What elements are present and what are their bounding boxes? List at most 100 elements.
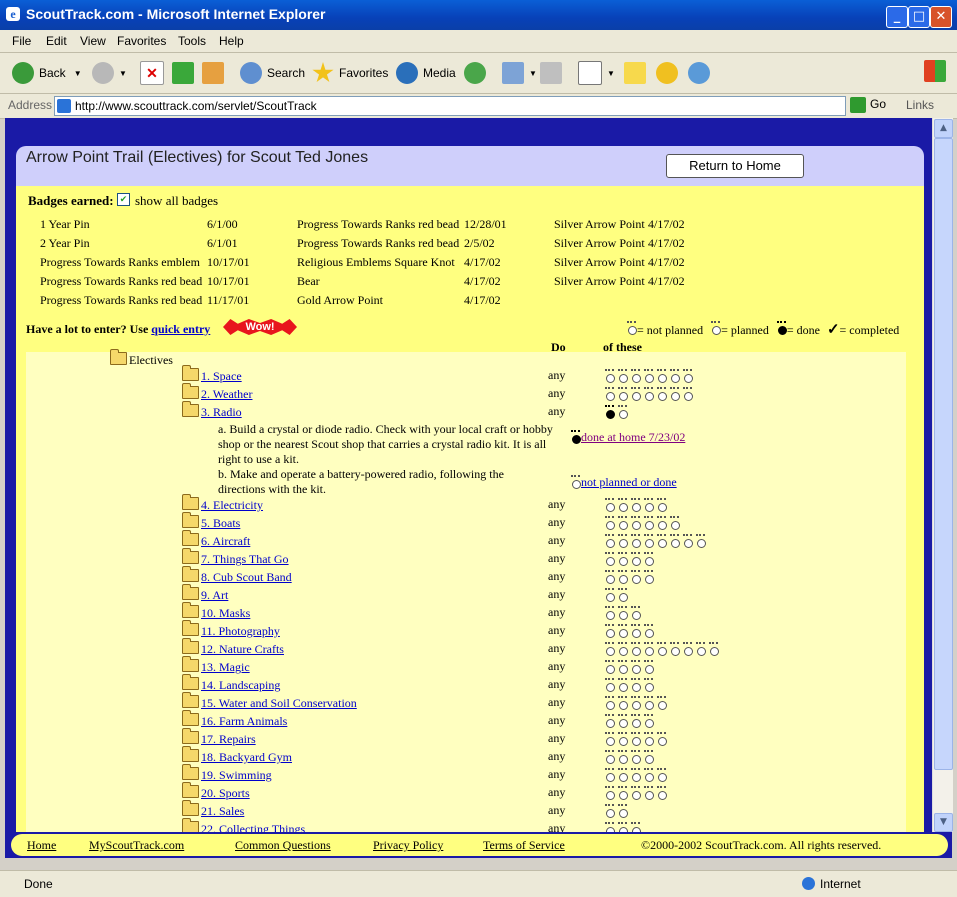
paw-not-planned-icon[interactable] — [617, 369, 628, 383]
stop-button[interactable]: ✕ — [140, 61, 169, 85]
back-button[interactable]: Back ▼ — [12, 61, 82, 85]
folder-icon[interactable] — [182, 566, 199, 582]
refresh-button[interactable] — [172, 61, 199, 85]
paw-not-planned-icon[interactable] — [617, 822, 628, 832]
paw-not-planned-icon[interactable] — [604, 570, 615, 584]
paw-not-planned-icon[interactable] — [617, 570, 628, 584]
folder-icon[interactable] — [182, 692, 199, 708]
elective-link[interactable]: 4. Electricity — [201, 498, 263, 512]
paw-not-planned-icon[interactable] — [604, 732, 615, 746]
folder-icon[interactable] — [182, 494, 199, 510]
paw-not-planned-icon[interactable] — [630, 387, 641, 401]
paw-not-planned-icon[interactable] — [617, 588, 628, 602]
paw-not-planned-icon[interactable] — [604, 786, 615, 800]
paw-not-planned-icon[interactable] — [617, 606, 628, 620]
footer-myscouttrack-link[interactable]: MyScoutTrack.com — [89, 838, 184, 852]
paw-done-icon[interactable] — [604, 405, 615, 419]
tree-root[interactable]: Electives — [110, 349, 173, 370]
footer-faq-link[interactable]: Common Questions — [235, 838, 331, 852]
paw-not-planned-icon[interactable] — [643, 387, 654, 401]
discuss-button[interactable] — [624, 61, 651, 85]
folder-icon[interactable] — [182, 674, 199, 690]
paw-not-planned-icon[interactable] — [669, 642, 680, 656]
close-button[interactable]: ✕ — [930, 6, 952, 28]
elective-link[interactable]: 7. Things That Go — [201, 552, 289, 566]
folder-icon[interactable] — [182, 638, 199, 654]
paw-not-planned-icon[interactable] — [656, 534, 667, 548]
paw-not-planned-icon[interactable] — [643, 552, 654, 566]
paw-not-planned-icon[interactable] — [630, 822, 641, 832]
menu-edit[interactable]: Edit — [46, 34, 67, 48]
elective-link[interactable]: 18. Backyard Gym — [201, 750, 292, 764]
quick-entry-link[interactable]: quick entry — [151, 322, 210, 336]
favorites-button[interactable]: Favorites — [312, 61, 388, 85]
paw-not-planned-icon[interactable] — [630, 696, 641, 710]
media-button[interactable]: Media — [396, 61, 456, 85]
elective-link[interactable]: 12. Nature Crafts — [201, 642, 284, 656]
paw-not-planned-icon[interactable] — [604, 642, 615, 656]
paw-not-planned-icon[interactable] — [630, 624, 641, 638]
paw-not-planned-icon[interactable] — [643, 570, 654, 584]
paw-not-planned-icon[interactable] — [617, 642, 628, 656]
folder-icon[interactable] — [182, 746, 199, 762]
paw-not-planned-icon[interactable] — [630, 768, 641, 782]
elective-link[interactable]: 20. Sports — [201, 786, 250, 800]
paw-not-planned-icon[interactable] — [604, 498, 615, 512]
paw-not-planned-icon[interactable] — [604, 606, 615, 620]
elective-link[interactable]: 22. Collecting Things — [201, 822, 305, 832]
elective-link[interactable]: 16. Farm Animals — [201, 714, 287, 728]
paw-not-planned-icon[interactable] — [604, 552, 615, 566]
paw-not-planned-icon[interactable] — [604, 804, 615, 818]
paw-not-planned-icon[interactable] — [643, 768, 654, 782]
paw-not-planned-icon[interactable] — [604, 714, 615, 728]
paw-not-planned-icon[interactable] — [656, 387, 667, 401]
menu-help[interactable]: Help — [219, 34, 244, 48]
paw-not-planned-icon[interactable] — [643, 732, 654, 746]
paw-not-planned-icon[interactable] — [617, 405, 628, 419]
paw-not-planned-icon[interactable] — [617, 786, 628, 800]
paw-not-planned-icon[interactable] — [617, 534, 628, 548]
paw-not-planned-icon[interactable] — [643, 369, 654, 383]
elective-link[interactable]: 13. Magic — [201, 660, 250, 674]
paw-not-planned-icon[interactable] — [604, 534, 615, 548]
paw-not-planned-icon[interactable] — [682, 387, 693, 401]
paw-not-planned-icon[interactable] — [643, 750, 654, 764]
elective-link[interactable]: 6. Aircraft — [201, 534, 250, 548]
paw-not-planned-icon[interactable] — [630, 534, 641, 548]
menu-view[interactable]: View — [80, 34, 106, 48]
elective-link[interactable]: 10. Masks — [201, 606, 250, 620]
paw-not-planned-icon[interactable] — [669, 534, 680, 548]
maximize-button[interactable]: □ — [908, 6, 930, 28]
paw-not-planned-icon[interactable] — [617, 768, 628, 782]
paw-not-planned-icon[interactable] — [630, 660, 641, 674]
vertical-scrollbar[interactable]: ▲ ▼ — [932, 118, 953, 832]
paw-not-planned-icon[interactable] — [604, 624, 615, 638]
footer-privacy-link[interactable]: Privacy Policy — [373, 838, 443, 852]
paw-not-planned-icon[interactable] — [656, 696, 667, 710]
paw-not-planned-icon[interactable] — [630, 732, 641, 746]
paw-not-planned-icon[interactable] — [643, 642, 654, 656]
scroll-up-arrow-icon[interactable]: ▲ — [934, 119, 953, 138]
paw-not-planned-icon[interactable] — [617, 516, 628, 530]
elective-link[interactable]: 5. Boats — [201, 516, 240, 530]
paw-not-planned-icon[interactable] — [695, 534, 706, 548]
folder-icon[interactable] — [182, 764, 199, 780]
paw-not-planned-icon[interactable] — [630, 369, 641, 383]
elective-link[interactable]: 14. Landscaping — [201, 678, 280, 692]
minimize-button[interactable]: _ — [886, 6, 908, 28]
folder-icon[interactable] — [182, 728, 199, 744]
scroll-thumb[interactable] — [934, 138, 953, 770]
paw-not-planned-icon[interactable] — [630, 642, 641, 656]
open-folder-icon[interactable] — [182, 401, 199, 417]
paw-not-planned-icon[interactable] — [643, 498, 654, 512]
folder-icon[interactable] — [182, 782, 199, 798]
elective-link[interactable]: 21. Sales — [201, 804, 244, 818]
paw-not-planned-icon[interactable] — [656, 786, 667, 800]
folder-icon[interactable] — [182, 620, 199, 636]
requirement-b-status-link[interactable]: not planned or done — [581, 475, 677, 489]
paw-not-planned-icon[interactable] — [630, 516, 641, 530]
paw-not-planned-icon[interactable] — [604, 678, 615, 692]
elective-link[interactable]: 11. Photography — [201, 624, 280, 638]
paw-not-planned-icon[interactable] — [630, 570, 641, 584]
paw-not-planned-icon[interactable] — [643, 534, 654, 548]
